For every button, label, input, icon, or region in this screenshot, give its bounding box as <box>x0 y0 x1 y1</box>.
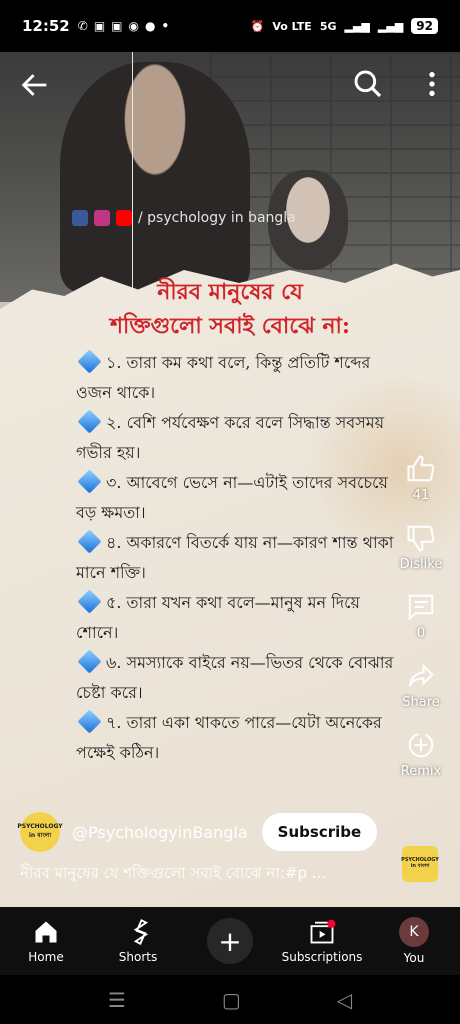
back-button[interactable] <box>18 68 52 102</box>
list-item: ৫. তারা যখন কথা বলে—মানুষ মন দিয়ে শোনে। <box>76 588 394 648</box>
facebook-icon: ▣ <box>111 19 123 33</box>
dislike-button[interactable]: Dislike <box>392 523 450 572</box>
home-square-icon[interactable]: ▢ <box>222 988 241 1012</box>
thumbs-down-icon <box>407 525 435 552</box>
channel-avatar[interactable]: PSYCHOLOGY in বাংলা <box>17 812 63 852</box>
share-button[interactable]: Share <box>392 661 450 710</box>
list-item: ২. বেশি পর্যবেক্ষণ করে বলে সিদ্ধান্ত সবস… <box>76 408 394 468</box>
channel-name[interactable]: @PsychologyinBangla <box>72 823 248 842</box>
action-bar: 41 Dislike 0 Share Remix <box>392 454 450 799</box>
signal-5g-label: 5G <box>319 19 337 33</box>
messenger-icon: ◉ <box>128 19 139 33</box>
youtube-icon <box>116 210 132 226</box>
signal-bars-icon: ▂▄▆ <box>377 19 404 33</box>
post-title-line: নীরব মানুষের যে <box>157 279 303 305</box>
status-bar: 12:52 ✆ ▣ ▣ ◉ ● • ⏰ Vo LTE 5G ▂▄▆ ▂▄▆ 92 <box>0 0 460 52</box>
volte-label: Vo LTE <box>272 19 312 33</box>
subscribe-button[interactable]: Subscribe <box>261 813 378 851</box>
shorts-icon <box>133 919 149 945</box>
recents-icon[interactable]: ☰ <box>108 988 126 1012</box>
blue-diamond-icon <box>77 529 102 554</box>
list-item: ৪. অকারণে বিতর্কে যায় না—কারণ শান্ত থাক… <box>76 528 394 588</box>
sound-thumbnail[interactable]: PSYCHOLOGY in বাংলা <box>401 846 439 882</box>
more-options-button[interactable] <box>422 68 442 100</box>
bottom-nav: Home Shorts + Subscriptions K You <box>0 907 460 975</box>
facebook-icon <box>72 210 88 226</box>
comment-count: 0 <box>416 626 426 641</box>
instagram-icon <box>94 210 110 226</box>
list-item: ৬. সমস্যাকে বাইরে নয়—ভিতর থেকে বোঝার চে… <box>76 648 394 708</box>
video-caption[interactable]: নীরব মানুষের যে শক্তিগুলো সবাই বোঝে না:#… <box>20 862 380 887</box>
blue-diamond-icon <box>77 649 102 674</box>
watermark-text: / psychology in bangla <box>138 210 296 226</box>
avatar: K <box>399 917 429 947</box>
arrow-left-icon <box>21 74 47 96</box>
list-item: ৩. আবেগে ভেসে না—এটাই তাদের সবচেয়ে বড় … <box>76 468 394 528</box>
back-triangle-icon[interactable]: ◁ <box>337 988 352 1012</box>
thumbs-up-icon <box>407 455 435 482</box>
whatsapp-icon: ✆ <box>77 19 88 33</box>
like-button[interactable]: 41 <box>392 454 450 503</box>
subscriptions-icon <box>310 919 336 944</box>
search-button[interactable] <box>352 68 384 100</box>
nav-you[interactable]: K You <box>374 917 454 965</box>
chat-icon: ● <box>144 19 156 33</box>
blue-diamond-icon <box>77 709 102 734</box>
alarm-icon: ⏰ <box>250 19 265 33</box>
system-nav: ☰ ▢ ◁ <box>0 975 460 1024</box>
battery-level: 92 <box>411 18 438 34</box>
remix-button[interactable]: Remix <box>392 730 450 779</box>
like-count: 41 <box>412 488 430 503</box>
plus-icon: + <box>207 918 253 964</box>
blue-diamond-icon <box>77 409 102 434</box>
top-controls <box>0 52 460 116</box>
blue-diamond-icon <box>77 349 102 374</box>
more-vert-icon <box>429 72 435 96</box>
channel-row: PSYCHOLOGY in বাংলা @PsychologyinBangla … <box>17 812 378 852</box>
nav-home[interactable]: Home <box>6 918 86 964</box>
status-time: 12:52 <box>22 17 70 35</box>
post-title-line: শক্তিগুলো সবাই বোঝে না: <box>109 313 351 339</box>
post-title: নীরব মানুষের যে শক্তিগুলো সবাই বোঝে না: <box>60 275 400 343</box>
dislike-label: Dislike <box>399 557 443 572</box>
search-icon <box>354 70 382 98</box>
remix-icon <box>408 732 434 758</box>
home-icon <box>35 921 57 943</box>
video-watermark: / psychology in bangla <box>72 210 296 226</box>
dot-icon: • <box>161 19 170 33</box>
nav-create[interactable]: + <box>190 918 270 964</box>
list-item: ১. তারা কম কথা বলে, কিন্তু প্রতিটি শব্দে… <box>76 348 394 408</box>
comments-button[interactable]: 0 <box>392 592 450 641</box>
remix-label: Remix <box>400 764 442 779</box>
list-item: ৭. তারা একা থাকতে পারে—যেটা অনেকের পক্ষে… <box>76 708 394 768</box>
nav-subscriptions[interactable]: Subscriptions <box>282 918 362 964</box>
comment-icon <box>408 594 434 621</box>
blue-diamond-icon <box>77 469 102 494</box>
share-icon <box>408 663 434 687</box>
points-list: ১. তারা কম কথা বলে, কিন্তু প্রতিটি শব্দে… <box>76 348 394 768</box>
blue-diamond-icon <box>77 589 102 614</box>
nav-shorts[interactable]: Shorts <box>98 918 178 964</box>
share-label: Share <box>402 695 440 710</box>
signal-bars-icon: ▂▄▆ <box>344 19 370 33</box>
facebook-icon: ▣ <box>93 19 106 33</box>
